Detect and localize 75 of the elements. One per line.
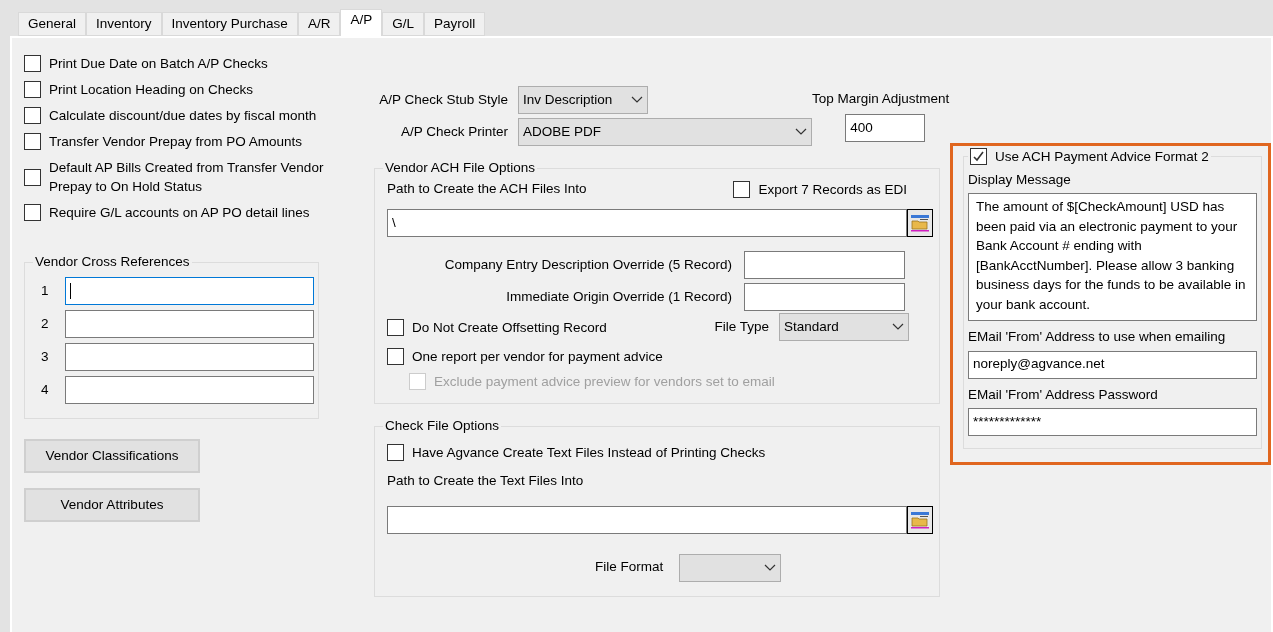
checkbox-label: Use ACH Payment Advice Format 2 [995, 148, 1209, 166]
browse-folder-button[interactable] [907, 505, 933, 534]
checkbox[interactable] [24, 168, 41, 186]
dropdown-value: ADOBE PDF [523, 122, 601, 141]
checkbox-label: One report per vendor for payment advice [412, 348, 663, 367]
checkbox-label: Export 7 Records as EDI [758, 180, 907, 199]
checkbox[interactable] [733, 180, 751, 198]
chevron-down-icon [631, 96, 643, 104]
row-number: 1 [41, 281, 50, 300]
tab[interactable]: G/L [382, 12, 424, 36]
input-field[interactable] [387, 505, 907, 534]
field-label: Path to Create the ACH Files Into [387, 180, 587, 198]
field-label: Top Margin Adjustment [812, 90, 950, 108]
checkbox[interactable] [387, 348, 404, 366]
field-label: Display Message [968, 171, 1072, 189]
action-button[interactable]: Vendor Classifications [24, 439, 200, 473]
tab[interactable]: General [18, 12, 87, 36]
checkbox[interactable] [24, 107, 41, 124]
field-label: EMail 'From' Address to use when emailing [968, 328, 1227, 347]
input-field[interactable]: noreply@agvance.net [968, 350, 1257, 379]
dropdown[interactable]: Inv Description [518, 86, 648, 114]
checkbox-label: Transfer Vendor Prepay from PO Amounts [49, 133, 303, 151]
tab[interactable]: A/R [297, 12, 341, 36]
field-label: EMail 'From' Address Password [968, 385, 1159, 404]
input-field[interactable] [744, 251, 905, 280]
tab[interactable]: Inventory [86, 12, 162, 36]
folder-icon [910, 214, 930, 233]
checkbox[interactable] [387, 444, 404, 462]
dropdown-value: Standard [784, 318, 839, 337]
tab[interactable]: Inventory Purchase [161, 12, 298, 36]
checkbox-label: Print Location Heading on Checks [49, 81, 254, 99]
checkbox[interactable] [24, 133, 41, 150]
action-button[interactable]: Vendor Attributes [24, 488, 200, 522]
field-label: A/P Check Stub Style [378, 90, 508, 109]
checkbox[interactable] [387, 318, 404, 336]
tab[interactable]: A/P [340, 9, 383, 36]
checkbox[interactable] [24, 81, 41, 98]
check-icon [972, 150, 985, 163]
checkbox-label: Print Due Date on Batch A/P Checks [49, 55, 268, 73]
field-label: Path to Create the Text Files Into [387, 472, 585, 491]
field-label: Immediate Origin Override (1 Record) [506, 288, 732, 307]
input-field[interactable] [65, 376, 314, 404]
input-field[interactable] [65, 277, 314, 305]
input-field[interactable] [65, 343, 314, 371]
row-number: 4 [41, 380, 50, 399]
message-text-area[interactable]: The amount of $[CheckAmount] USD has been paid via an electronic payment to your Bank Account # ending with [BankAcctNumber]. Please allow 3 banking business days for the funds to be available in your bank account. [968, 193, 1257, 322]
folder-icon [910, 510, 930, 529]
row-number: 2 [41, 314, 50, 333]
checkbox-label: Have Agvance Create Text Files Instead of Printing Checks [412, 444, 766, 463]
row-number: 3 [41, 347, 50, 366]
input-field[interactable]: \ [387, 209, 907, 238]
chevron-down-icon [795, 128, 807, 136]
field-label: A/P Check Printer [399, 122, 508, 141]
checkbox-label: Default AP Bills Created from Transfer Vendor Prepay to On Hold Status [49, 159, 325, 196]
field-label: File Type [714, 318, 769, 337]
checkbox-label: Require G/L accounts on AP PO detail lines [49, 204, 310, 222]
field-label: Company Entry Description Override (5 Record) [444, 256, 732, 275]
checkbox-label: Do Not Create Offsetting Record [412, 318, 607, 337]
checkbox[interactable] [24, 55, 41, 72]
input-field[interactable] [65, 310, 314, 338]
input-field[interactable]: 400 [845, 114, 926, 143]
dropdown-value: Inv Description [523, 90, 613, 109]
dropdown[interactable]: ADOBE PDF [518, 118, 812, 146]
field-label: File Format [595, 558, 664, 577]
input-field[interactable]: ************* [968, 407, 1257, 436]
checkbox[interactable] [24, 204, 41, 221]
checkbox-label: Calculate discount/due dates by fiscal month [49, 107, 317, 125]
dropdown[interactable]: Standard [779, 313, 909, 342]
browse-folder-button[interactable] [907, 209, 933, 238]
checkbox-label: Exclude payment advice preview for vendors set to email [434, 373, 775, 392]
tab[interactable]: Payroll [423, 12, 486, 36]
checkbox[interactable] [970, 148, 987, 165]
chevron-down-icon [892, 323, 904, 332]
chevron-down-icon [764, 563, 777, 572]
input-field[interactable] [744, 283, 905, 312]
